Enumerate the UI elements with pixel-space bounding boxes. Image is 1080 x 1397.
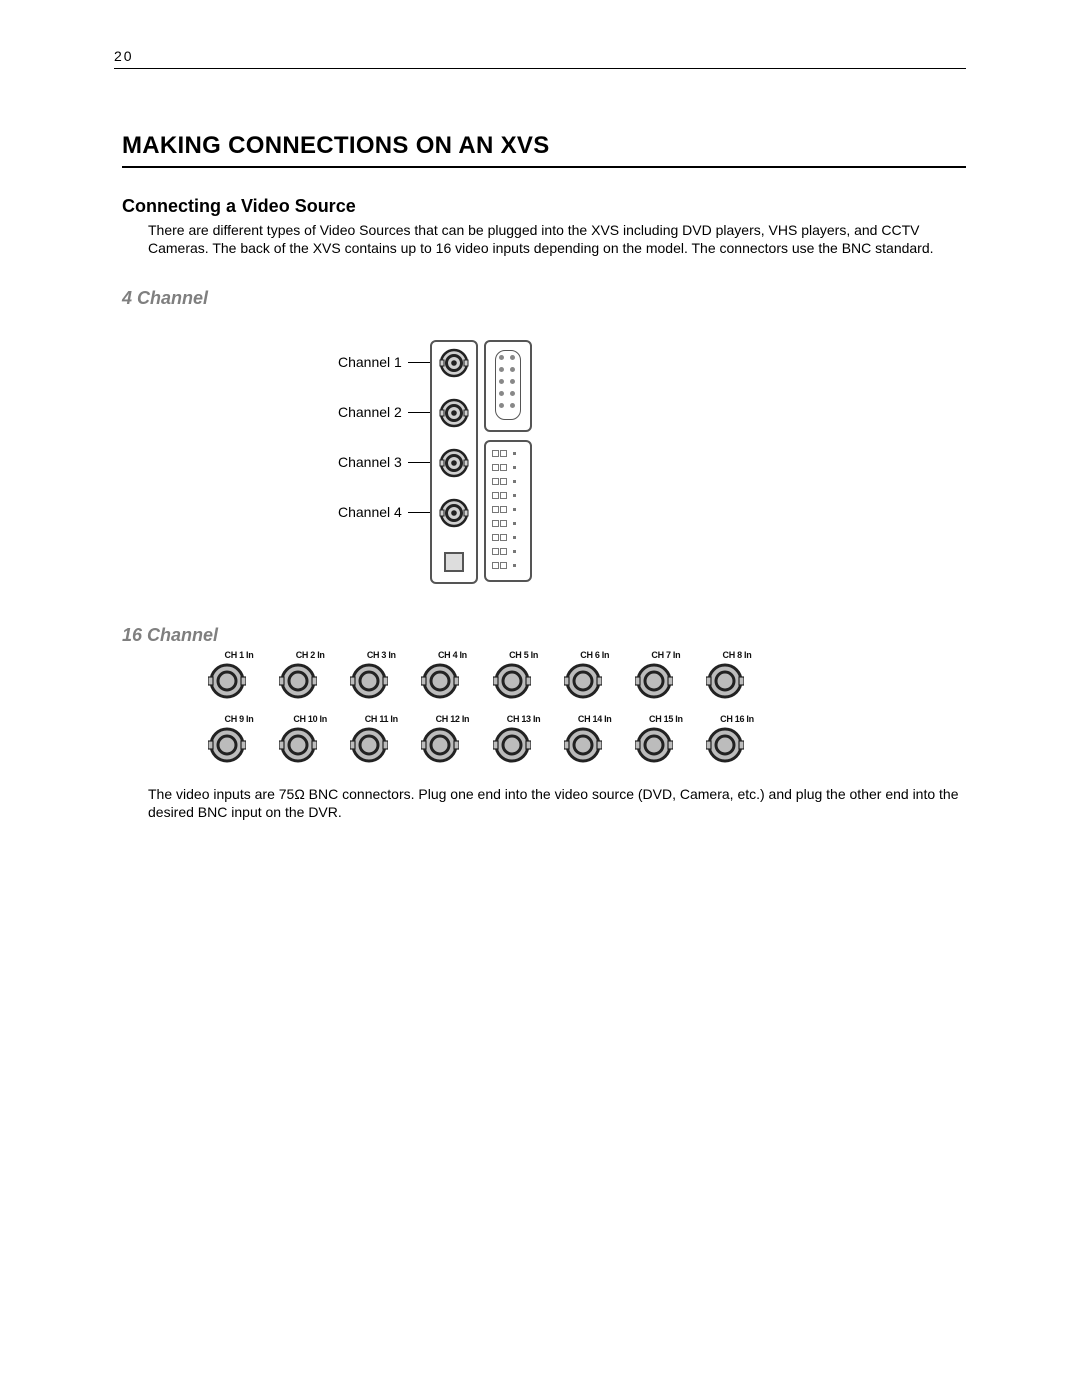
page: 20 MAKING CONNECTIONS ON AN XVS Connecti… [0, 0, 1080, 1397]
bnc-connector-icon [564, 726, 626, 764]
label-ch2-in: CH 2 In [279, 650, 341, 660]
label-ch6-in: CH 6 In [564, 650, 626, 660]
label-channel-2: Channel 2 [338, 404, 402, 420]
terminal-block-icon [484, 440, 532, 582]
bnc-connector-icon [439, 498, 469, 528]
label-channel-4: Channel 4 [338, 504, 402, 520]
heading-main: MAKING CONNECTIONS ON AN XVS [122, 132, 550, 160]
leader-channel-4 [408, 512, 432, 513]
bnc-connector-icon [635, 662, 697, 700]
bnc-connector-icon [493, 726, 555, 764]
label-ch11-in: CH 11 In [350, 714, 412, 724]
closing-paragraph: The video inputs are 75Ω BNC connectors.… [148, 786, 978, 821]
leader-channel-3 [408, 462, 432, 463]
row-16ch-top: CH 1 In CH 2 In CH 3 In CH 4 In CH 5 In … [208, 650, 768, 710]
label-ch7-in: CH 7 In [635, 650, 697, 660]
leader-channel-2 [408, 412, 432, 413]
label-ch9-in: CH 9 In [208, 714, 270, 724]
label-ch15-in: CH 15 In [635, 714, 697, 724]
label-channel-1: Channel 1 [338, 354, 402, 370]
bnc-connector-icon [279, 726, 341, 764]
db9-port-icon [484, 340, 532, 432]
page-number: 20 [114, 48, 134, 64]
heading-rule [122, 166, 966, 168]
bnc-connector-icon [208, 726, 270, 764]
heading-sub: Connecting a Video Source [122, 196, 356, 217]
label-ch16-in: CH 16 In [706, 714, 768, 724]
label-ch4-in: CH 4 In [421, 650, 483, 660]
heading-16ch: 16 Channel [122, 625, 218, 646]
bnc-connector-icon [706, 726, 768, 764]
bnc-connector-icon [350, 726, 412, 764]
label-ch12-in: CH 12 In [421, 714, 483, 724]
label-ch3-in: CH 3 In [350, 650, 412, 660]
bnc-connector-icon [421, 726, 483, 764]
label-ch1-in: CH 1 In [208, 650, 270, 660]
bnc-connector-icon [439, 448, 469, 478]
bnc-connector-icon [493, 662, 555, 700]
diagram-4channel: Channel 1 Channel 2 Channel 3 Channel 4 [338, 340, 718, 600]
label-ch8-in: CH 8 In [706, 650, 768, 660]
label-ch10-in: CH 10 In [279, 714, 341, 724]
bnc-connector-icon [564, 662, 626, 700]
module-bnc-vertical [430, 340, 478, 584]
bnc-connector-icon [706, 662, 768, 700]
bnc-connector-icon [279, 662, 341, 700]
bnc-connector-icon [350, 662, 412, 700]
bnc-connector-icon [208, 662, 270, 700]
row-16ch-bottom: CH 9 In CH 10 In CH 11 In CH 12 In CH 13… [208, 714, 768, 774]
leader-channel-1 [408, 362, 432, 363]
bnc-connector-icon [439, 398, 469, 428]
heading-4ch: 4 Channel [122, 288, 208, 309]
bnc-connector-icon [421, 662, 483, 700]
label-ch13-in: CH 13 In [493, 714, 555, 724]
bnc-connector-icon [635, 726, 697, 764]
diagram-16channel: CH 1 In CH 2 In CH 3 In CH 4 In CH 5 In … [208, 650, 768, 778]
bnc-connector-icon [439, 348, 469, 378]
square-port-icon [444, 552, 464, 572]
label-ch5-in: CH 5 In [493, 650, 555, 660]
top-rule [114, 68, 966, 69]
label-ch14-in: CH 14 In [564, 714, 626, 724]
label-channel-3: Channel 3 [338, 454, 402, 470]
intro-paragraph: There are different types of Video Sourc… [148, 222, 978, 257]
